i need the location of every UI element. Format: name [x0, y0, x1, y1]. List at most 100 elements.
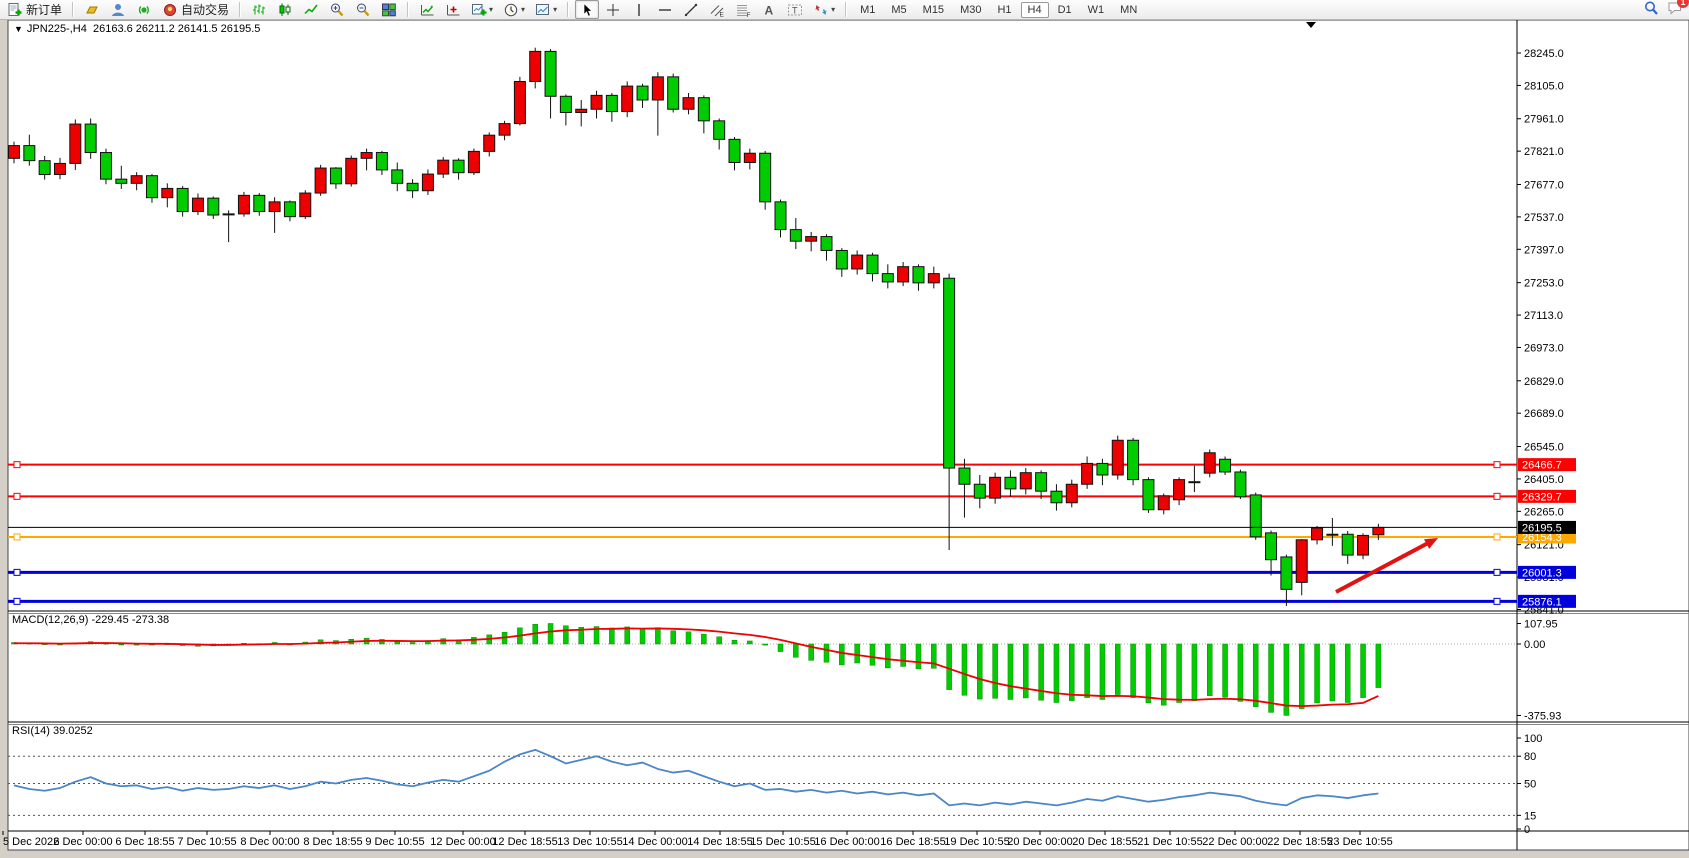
candle — [1281, 557, 1292, 589]
macd-histogram-bar — [410, 642, 415, 644]
rsi-axis-label: 50 — [1524, 779, 1536, 791]
zoom-out-button[interactable] — [351, 0, 375, 19]
text-label-button[interactable]: T — [783, 0, 807, 19]
cursor-button[interactable] — [575, 0, 599, 19]
fibonacci-button[interactable]: F — [731, 0, 755, 19]
support-line-2-price-tag: 25876.1 — [1518, 595, 1576, 609]
indicators-button[interactable] — [415, 0, 439, 19]
market-watch-button[interactable] — [80, 0, 104, 19]
candle — [821, 237, 832, 251]
chart-dropdown-icon[interactable]: ▼ — [14, 24, 23, 34]
support-line-1-handle[interactable] — [14, 569, 20, 575]
candle — [39, 161, 50, 175]
support-line-2-handle[interactable] — [14, 598, 20, 604]
macd-histogram-bar — [1315, 644, 1320, 703]
timeframe-d1[interactable]: D1 — [1051, 2, 1079, 18]
candle — [54, 163, 65, 174]
macd-histogram-bar — [1023, 644, 1028, 698]
timeframe-m1[interactable]: M1 — [853, 2, 882, 18]
time-axis-label: 22 Dec 18:55 — [1267, 836, 1332, 848]
candle — [1036, 473, 1047, 492]
candle — [376, 153, 387, 170]
text-button[interactable]: A — [757, 0, 781, 19]
arrows-button[interactable]: ▾ — [809, 0, 839, 19]
navigator-button[interactable] — [132, 0, 156, 19]
candle — [422, 174, 433, 191]
svg-text:26466.7: 26466.7 — [1522, 460, 1562, 472]
candle — [70, 124, 81, 163]
time-axis-label: 14 Dec 00:00 — [622, 836, 687, 848]
svg-text:T: T — [792, 5, 798, 15]
toolbar-group: ▾▾▾ — [412, 0, 564, 19]
new-order-button[interactable]: 新订单 — [3, 0, 66, 19]
toolbar-group — [244, 0, 404, 19]
data-window-button[interactable] — [106, 0, 130, 19]
time-axis-label: 15 Dec 10:55 — [750, 836, 815, 848]
timeframe-m15[interactable]: M15 — [916, 2, 951, 18]
new-order-button-label: 新订单 — [26, 1, 62, 18]
timeframe-w1[interactable]: W1 — [1081, 2, 1112, 18]
support-line-1-handle[interactable] — [1494, 569, 1500, 575]
templates-button[interactable]: ▾ — [467, 0, 497, 19]
time-axis-label: 13 Dec 10:55 — [557, 836, 622, 848]
line-chart-button[interactable] — [299, 0, 323, 19]
bar-chart-button[interactable] — [247, 0, 271, 19]
tile-windows-button[interactable] — [377, 0, 401, 19]
vline-icon — [631, 2, 647, 18]
search-button[interactable] — [1643, 0, 1659, 19]
macd-histogram-bar — [717, 637, 722, 644]
zoom-in-button[interactable] — [325, 0, 349, 19]
macd-histogram-bar — [640, 629, 645, 644]
current-price-tag: 26195.5 — [1518, 521, 1576, 535]
candle — [284, 202, 295, 217]
timeframe-m5[interactable]: M5 — [884, 2, 913, 18]
candle — [116, 179, 127, 183]
macd-histogram-bar — [686, 632, 691, 644]
candle — [1220, 459, 1231, 472]
timeframes-menu-button[interactable]: ▾ — [499, 0, 529, 19]
timeframe-h1[interactable]: H1 — [990, 2, 1018, 18]
timeframe-mn[interactable]: MN — [1113, 2, 1144, 18]
svg-text:25876.1: 25876.1 — [1522, 596, 1562, 608]
crosshair-button[interactable] — [601, 0, 625, 19]
macd-indicator-label: MACD(12,26,9) -229.45 -273.38 — [12, 614, 169, 626]
timeframe-m30[interactable]: M30 — [953, 2, 988, 18]
candle — [1250, 495, 1261, 537]
resistance-line-2-handle[interactable] — [14, 493, 20, 499]
chevron-down-icon: ▾ — [489, 5, 493, 14]
time-axis-label: 14 Dec 18:55 — [687, 836, 752, 848]
equidistant-channel-button[interactable]: E — [705, 0, 729, 19]
candle — [238, 195, 249, 214]
timeframe-h4[interactable]: H4 — [1021, 2, 1049, 18]
periods-button[interactable] — [441, 0, 465, 19]
horizontal-line-button[interactable] — [653, 0, 677, 19]
macd-histogram-bar — [1146, 644, 1151, 703]
time-axis-label: 21 Dec 10:55 — [1137, 836, 1202, 848]
resistance-line-1-handle[interactable] — [1494, 462, 1500, 468]
macd-histogram-bar — [548, 623, 553, 644]
macd-histogram-bar — [885, 644, 890, 668]
toolbar-separator — [567, 2, 569, 17]
notifications-button[interactable]: 1 — [1667, 0, 1683, 19]
trendline-button[interactable] — [679, 0, 703, 19]
autotrading-button[interactable]: 自动交易 — [158, 0, 233, 19]
macd-histogram-bar — [870, 644, 875, 665]
pivot-line-handle[interactable] — [1494, 534, 1500, 540]
pivot-line-handle[interactable] — [14, 534, 20, 540]
price-axis-label: 27537.0 — [1524, 212, 1564, 224]
support-line-2-handle[interactable] — [1494, 598, 1500, 604]
vertical-line-button[interactable] — [627, 0, 651, 19]
macd-histogram-bar — [1069, 644, 1074, 701]
resistance-line-2-handle[interactable] — [1494, 493, 1500, 499]
time-axis-label: 9 Dec 10:55 — [365, 836, 424, 848]
channel-icon: E — [709, 2, 725, 18]
candlestick-chart-button[interactable] — [273, 0, 297, 19]
toolbar-separator — [72, 2, 74, 17]
candle — [346, 158, 357, 183]
time-axis-label: 12 Dec 18:55 — [492, 836, 557, 848]
chart-template-button[interactable]: ▾ — [531, 0, 561, 19]
candle — [913, 267, 924, 283]
resistance-line-1-handle[interactable] — [14, 462, 20, 468]
macd-histogram-bar — [763, 644, 768, 645]
macd-axis-label: 0.00 — [1524, 639, 1545, 651]
